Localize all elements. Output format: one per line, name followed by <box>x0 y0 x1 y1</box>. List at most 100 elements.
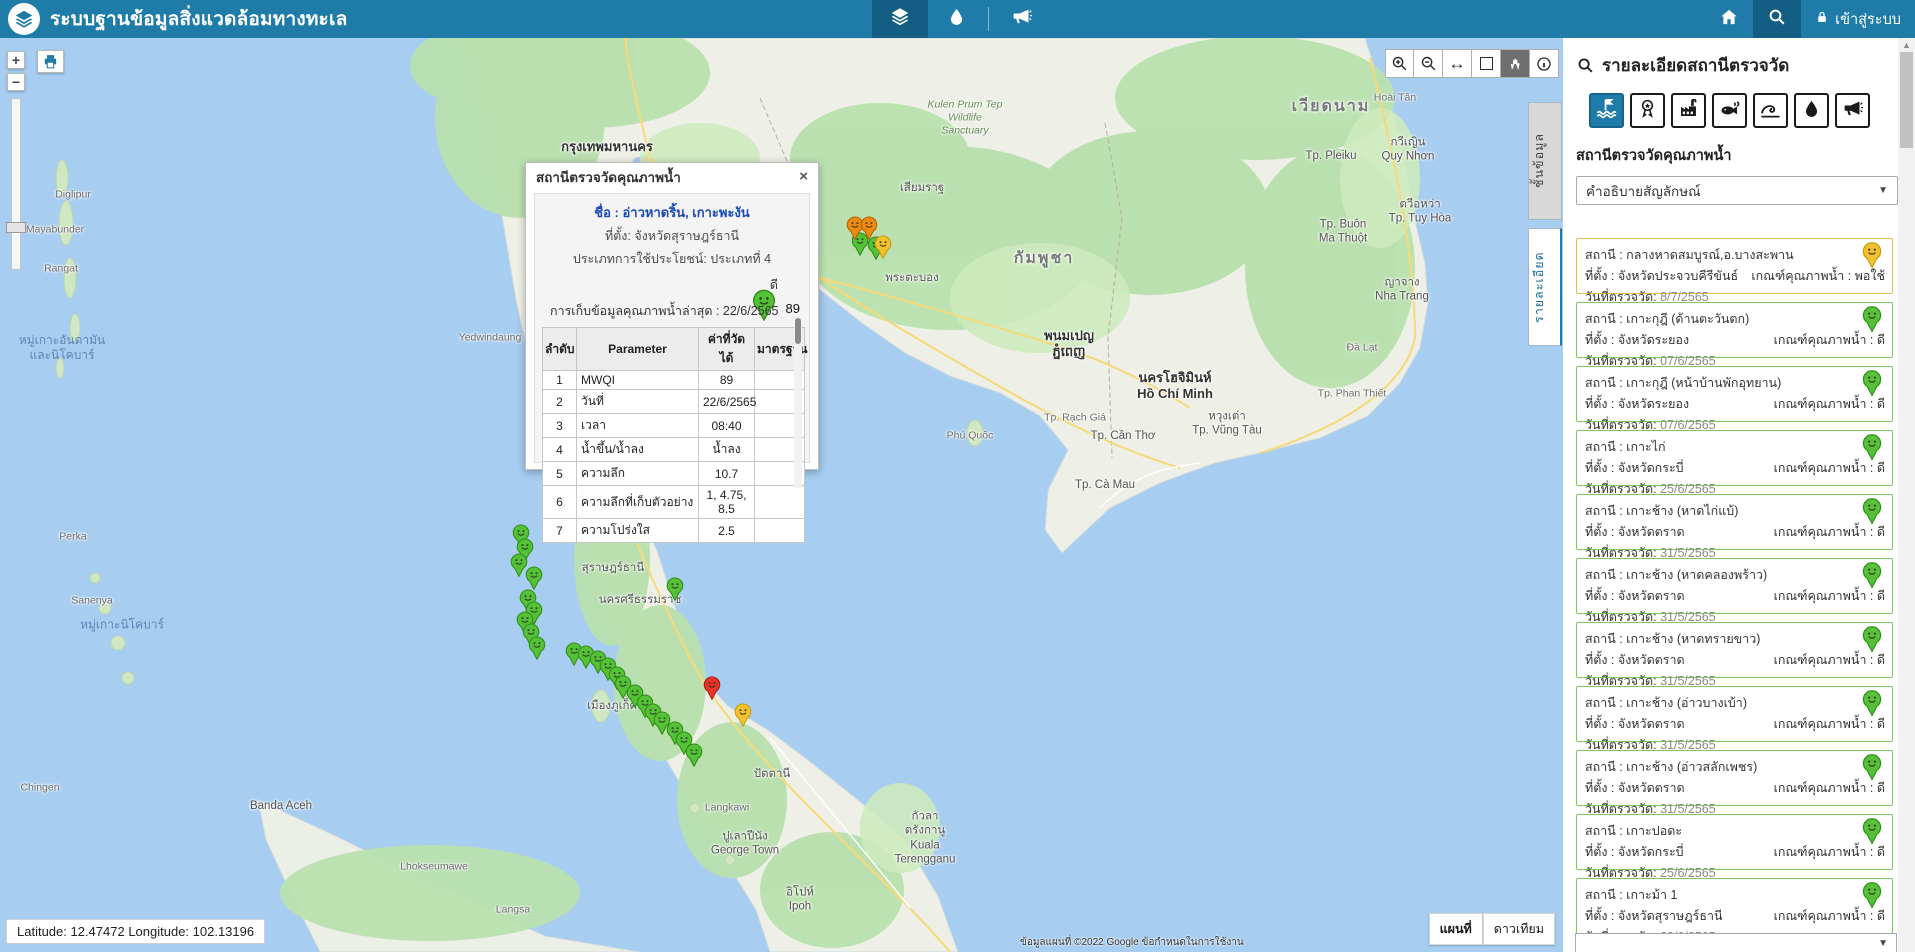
map-canvas[interactable]: เวียดนามกัมพูชากรุงเทพมหานครเสียมราฐพระต… <box>0 38 1563 952</box>
nav-drop-button[interactable] <box>928 0 984 38</box>
zoom-slider-handle[interactable] <box>6 222 26 233</box>
table-cell: 3 <box>543 414 577 438</box>
filter-buoy-button[interactable] <box>1589 93 1624 128</box>
table-cell: 89 <box>699 371 755 390</box>
table-row: 6ความลึกที่เก็บตัวอย่าง1, 4.75, 8.5 <box>543 486 805 519</box>
station-name: สถานี : เกาะช้าง (หาดคลองพร้าว) <box>1585 565 1884 585</box>
station-name: สถานี : เกาะม้า 1 <box>1585 885 1884 905</box>
quality-smiley-marker <box>1862 882 1882 908</box>
login-button[interactable]: เข้าสู่ระบบ <box>1801 0 1915 38</box>
scrollbar-thumb[interactable] <box>1900 52 1913 148</box>
table-cell: 6 <box>543 486 577 519</box>
buoy-icon <box>1595 97 1618 125</box>
fish-icon <box>1718 97 1741 125</box>
station-marker-y[interactable] <box>874 235 892 259</box>
nav-layers-button[interactable] <box>872 0 928 38</box>
quality-smiley-marker <box>1862 690 1882 716</box>
ribbon-icon <box>1637 98 1658 124</box>
table-header: Parameter <box>577 328 699 371</box>
popup-close-icon[interactable]: × <box>799 168 808 185</box>
table-cell: 7 <box>543 519 577 543</box>
filter-factory-button[interactable] <box>1671 93 1706 128</box>
popup-latest-label: การเก็บข้อมูลคุณภาพน้ำล่าสุด : 22/6/2565 <box>550 301 779 321</box>
tab-data-layers[interactable]: ชั้นข้อมูล <box>1528 102 1562 220</box>
map-zoom-in-button[interactable]: + <box>7 51 25 69</box>
filter-drop-button[interactable] <box>1794 93 1829 128</box>
station-list-item[interactable]: สถานี : เกาะช้าง (หาดคลองพร้าว)ที่ตั้ง :… <box>1576 558 1893 614</box>
tool-info-button[interactable] <box>1530 49 1559 78</box>
station-marker-g[interactable] <box>525 566 543 590</box>
station-name: สถานี : เกาะไก่ <box>1585 437 1884 457</box>
station-list-item[interactable]: สถานี : เกาะกุฎี (ด้านตะวันตก)ที่ตั้ง : … <box>1576 302 1893 358</box>
popup-station-name: ชื่อ : อ่าวหาดริ้น, เกาะพะงัน <box>542 202 802 223</box>
station-list-item[interactable]: สถานี : เกาะช้าง (หาดไก่แบ้)ที่ตั้ง : จั… <box>1576 494 1893 550</box>
table-scrollbar[interactable] <box>794 316 802 488</box>
popup-station-usage: ประเภทการใช้ประโยชน์: ประเภทที่ 4 <box>542 249 802 269</box>
station-quality: เกณฑ์คุณภาพน้ำ : ดี <box>1774 586 1885 606</box>
login-label: เข้าสู่ระบบ <box>1835 8 1901 31</box>
tool-hand-button[interactable] <box>1501 49 1530 78</box>
map-type-satellite-button[interactable]: ดาวเทียม <box>1483 913 1555 945</box>
filter-wave-button[interactable] <box>1753 93 1788 128</box>
map-zoom-out-button[interactable]: − <box>7 73 25 91</box>
station-list-item[interactable]: สถานี : เกาะช้าง (อ่าวบางเบ้า)ที่ตั้ง : … <box>1576 686 1893 742</box>
station-quality: เกณฑ์คุณภาพน้ำ : ดี <box>1774 458 1885 478</box>
popup-score: 89 <box>786 301 800 316</box>
table-cell: 4 <box>543 438 577 462</box>
nav-home-button[interactable] <box>1705 0 1753 38</box>
table-cell: 5 <box>543 462 577 486</box>
home-icon <box>1719 7 1739 32</box>
station-quality: เกณฑ์คุณภาพน้ำ : ดี <box>1774 330 1885 350</box>
bottom-partial-dropdown[interactable]: ▼ <box>1575 933 1897 952</box>
tool-arrows-h-button[interactable]: ↔ <box>1443 49 1472 78</box>
table-cell: ความลึก <box>577 462 699 486</box>
table-row: 4น้ำขึ้น/น้ำลงน้ำลง <box>543 438 805 462</box>
tool-mag-minus-button[interactable] <box>1414 49 1443 78</box>
station-marker-g[interactable] <box>685 743 703 767</box>
app-header: ระบบฐานข้อมูลสิ่งแวดล้อมทางทะเล เข้าสู่ร… <box>0 0 1915 38</box>
sidebar-title: รายละเอียดสถานีตรวจวัด <box>1602 52 1789 79</box>
sidebar-scrollbar[interactable]: ▲ <box>1898 38 1915 952</box>
map-attribution: ข้อมูลแผนที่ ©2022 Google ข้อกำหนดในการใ… <box>1020 935 1244 950</box>
sidebar-title-row: รายละเอียดสถานีตรวจวัด <box>1563 38 1915 79</box>
station-list-item[interactable]: สถานี : กลางหาดสมบูรณ์,อ.บางสะพานที่ตั้ง… <box>1576 238 1893 294</box>
station-marker-g[interactable] <box>666 577 684 601</box>
station-quality: เกณฑ์คุณภาพน้ำ : ดี <box>1774 778 1885 798</box>
table-cell: น้ำลง <box>699 438 755 462</box>
map-type-map-button[interactable]: แผนที่ <box>1429 913 1483 945</box>
tool-rect-select-button[interactable] <box>1472 49 1501 78</box>
station-marker-r[interactable] <box>703 676 721 700</box>
tab-details[interactable]: รายละเอียด <box>1528 228 1562 346</box>
station-quality: เกณฑ์คุณภาพน้ำ : ดี <box>1774 842 1885 862</box>
quality-smiley-marker <box>1862 498 1882 524</box>
print-button[interactable] <box>37 50 64 73</box>
table-cell: 2.5 <box>699 519 755 543</box>
table-cell: MWQI <box>577 371 699 390</box>
station-list-item[interactable]: สถานี : เกาะช้าง (หาดทรายขาว)ที่ตั้ง : จ… <box>1576 622 1893 678</box>
station-name: สถานี : เกาะกุฎี (ด้านตะวันตก) <box>1585 309 1884 329</box>
station-marker-g[interactable] <box>528 636 546 660</box>
station-list-item[interactable]: สถานี : เกาะกุฎี (หน้าบ้านพักอุทยาน)ที่ต… <box>1576 366 1893 422</box>
legend-dropdown[interactable]: คำอธิบายสัญลักษณ์ ▼ <box>1576 176 1898 205</box>
app-logo <box>8 3 40 35</box>
nav-megaphone-button[interactable] <box>993 0 1049 38</box>
quality-smiley-marker <box>1862 562 1882 588</box>
tool-mag-plus-button[interactable] <box>1385 49 1414 78</box>
zoom-slider-track[interactable] <box>11 98 21 270</box>
table-row: 1MWQI89 <box>543 371 805 390</box>
legend-dropdown-label: คำอธิบายสัญลักษณ์ <box>1586 180 1701 202</box>
scrollbar-up-arrow[interactable]: ▲ <box>1902 40 1911 50</box>
station-type-filters <box>1563 79 1915 128</box>
station-list-item[interactable]: สถานี : เกาะม้า 1ที่ตั้ง : จังหวัดสุราษฎ… <box>1576 878 1893 934</box>
station-marker-y[interactable] <box>734 703 752 727</box>
filter-ribbon-button[interactable] <box>1630 93 1665 128</box>
station-list-item[interactable]: สถานี : เกาะช้าง (อ่าวสลักเพชร)ที่ตั้ง :… <box>1576 750 1893 806</box>
details-sidebar: รายละเอียดสถานีตรวจวัด สถานีตรวจวัดคุณภา… <box>1563 38 1915 952</box>
station-list-item[interactable]: สถานี : เกาะปอดะที่ตั้ง : จังหวัดกระบี่ว… <box>1576 814 1893 870</box>
filter-fish-button[interactable] <box>1712 93 1747 128</box>
filter-megaphone-button[interactable] <box>1835 93 1870 128</box>
station-list-item[interactable]: สถานี : เกาะไก่ที่ตั้ง : จังหวัดกระบี่วั… <box>1576 430 1893 486</box>
nav-search-button[interactable] <box>1753 0 1801 38</box>
station-name: สถานี : เกาะช้าง (อ่าวบางเบ้า) <box>1585 693 1884 713</box>
wave-icon <box>1759 97 1782 125</box>
